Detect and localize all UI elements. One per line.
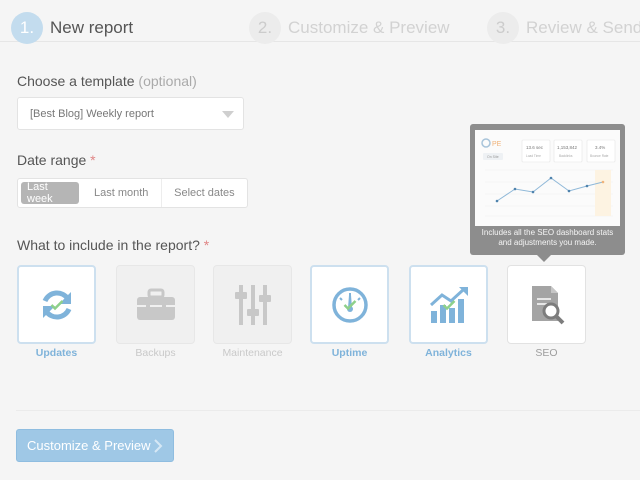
tile-caption-seo: SEO	[535, 347, 558, 359]
include-tile-uptime[interactable]	[310, 265, 389, 344]
stat-value: 3.4%	[595, 145, 605, 150]
stat-label: Bounce Rate	[590, 154, 609, 158]
template-select-value: [Best Blog] Weekly report	[30, 107, 154, 120]
brand-text: PE	[492, 141, 502, 148]
chip-text: On Site	[487, 155, 499, 159]
tile-caption-analytics: Analytics	[425, 347, 472, 359]
step-customize-preview[interactable]: 2. Customize & Preview	[249, 12, 450, 44]
seo-preview-thumbnail: PE On Site 13.6 sec 1,153,842 3.4% Load …	[475, 130, 620, 226]
step-label: Review & Send	[526, 18, 640, 37]
date-option-last-month[interactable]: Last month	[82, 179, 161, 207]
toolbox-icon	[136, 288, 175, 320]
required-mark: *	[90, 152, 96, 168]
optional-hint: (optional)	[138, 73, 197, 89]
seo-tooltip: PE On Site 13.6 sec 1,153,842 3.4% Load …	[470, 124, 625, 262]
tile-caption-updates: Updates	[35, 347, 78, 359]
step-label: New report	[50, 18, 134, 37]
date-range-toggle: Last week Last month Select dates	[17, 178, 248, 208]
check-icon	[442, 299, 455, 310]
template-label: Choose a template (optional)	[17, 73, 197, 89]
stat-label: Backlinks	[559, 154, 573, 158]
include-tile-analytics[interactable]	[409, 265, 488, 344]
date-range-label: Date range *	[17, 152, 96, 168]
include-label-text: What to include in the report?	[17, 237, 200, 253]
template-select[interactable]: [Best Blog] Weekly report	[17, 97, 244, 130]
tooltip-text: Includes all the SEO dashboard stats and…	[481, 228, 614, 247]
tile-caption-backups: Backups	[135, 347, 176, 359]
tile-caption-uptime: Uptime	[331, 347, 368, 359]
template-label-text: Choose a template	[17, 73, 135, 89]
footer-divider	[16, 410, 640, 411]
stat-value: 1,153,842	[557, 145, 578, 150]
include-label: What to include in the report? *	[17, 237, 209, 253]
step-number: 2.	[249, 12, 281, 44]
check-icon	[343, 299, 356, 310]
step-number: 1.	[11, 12, 43, 44]
wizard-steps: 1. New report 2. Customize & Preview 3. …	[0, 0, 640, 56]
date-range-label-text: Date range	[17, 152, 87, 168]
customize-preview-button-label: Customize & Preview	[27, 438, 151, 453]
sliders-icon	[234, 284, 271, 325]
document-search-icon	[531, 285, 564, 324]
stat-value: 13.6 sec	[526, 145, 544, 150]
required-mark: *	[203, 237, 210, 253]
stat-label: Load Time	[526, 154, 541, 158]
include-tile-updates[interactable]	[17, 265, 96, 344]
chevron-down-icon	[222, 111, 234, 118]
include-tile-maintenance[interactable]	[213, 265, 292, 344]
customize-preview-button[interactable]: Customize & Preview	[16, 429, 174, 462]
date-option-select-dates[interactable]: Select dates	[162, 179, 247, 207]
include-tile-backups[interactable]	[116, 265, 195, 344]
step-new-report[interactable]: 1. New report	[11, 12, 133, 44]
step-label: Customize & Preview	[288, 18, 450, 37]
chevron-right-icon	[154, 439, 163, 453]
step-review-send[interactable]: 3. Review & Send	[487, 12, 640, 44]
date-option-last-week[interactable]: Last week	[21, 181, 79, 205]
tile-caption-maintenance: Maintenance	[222, 347, 283, 359]
step-number: 3.	[487, 12, 519, 44]
check-icon	[50, 299, 63, 310]
include-tile-seo[interactable]	[507, 265, 586, 344]
